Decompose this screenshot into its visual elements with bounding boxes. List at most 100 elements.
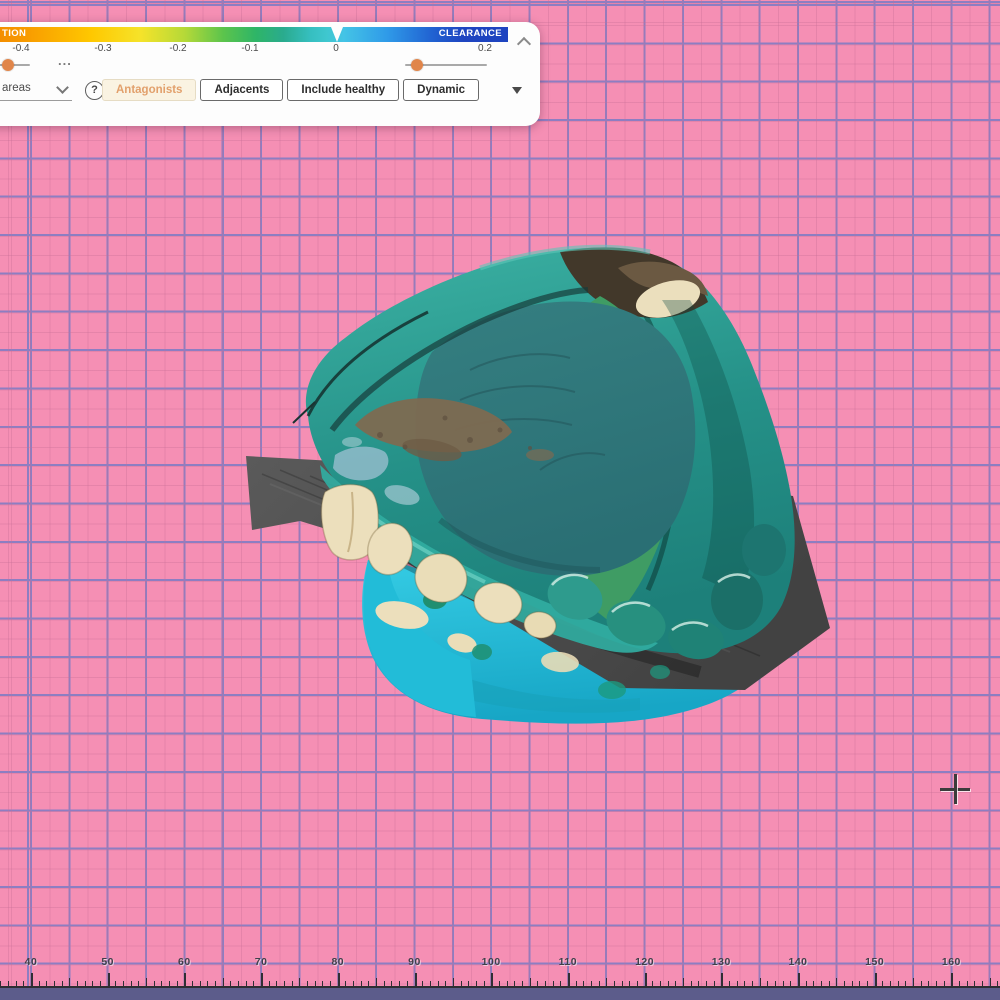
ruler-tick bbox=[675, 981, 676, 986]
ruler-number: 160 bbox=[942, 956, 961, 968]
ruler-number: 100 bbox=[482, 956, 501, 968]
ruler-tick bbox=[430, 981, 431, 986]
ruler-tick bbox=[867, 981, 868, 986]
ruler-tick bbox=[622, 981, 623, 986]
ruler-tick bbox=[714, 981, 715, 986]
ruler-tick bbox=[200, 981, 201, 986]
ruler-tick bbox=[361, 981, 362, 986]
ruler-tick bbox=[391, 981, 392, 986]
ruler-number: 140 bbox=[788, 956, 807, 968]
ruler-tick bbox=[330, 981, 331, 986]
ruler-tick bbox=[545, 981, 546, 986]
ruler-tick bbox=[744, 981, 745, 986]
ruler-tick bbox=[783, 981, 784, 986]
ruler-tick bbox=[338, 973, 340, 986]
ruler-tick bbox=[859, 981, 860, 986]
dental-scan-model[interactable] bbox=[0, 0, 1000, 1000]
ruler-tick bbox=[928, 981, 929, 986]
ruler-tick bbox=[108, 973, 110, 986]
ruler-tick bbox=[292, 981, 293, 986]
ruler-tick bbox=[284, 981, 285, 986]
ruler-tick bbox=[192, 981, 193, 986]
ruler-tick bbox=[537, 981, 538, 986]
ruler-tick bbox=[944, 981, 945, 986]
ruler-tick bbox=[875, 973, 877, 986]
ruler-tick bbox=[246, 981, 247, 986]
ruler-tick bbox=[967, 981, 968, 986]
ruler-tick bbox=[790, 981, 791, 986]
ruler-tick bbox=[806, 981, 807, 986]
ruler-number: 70 bbox=[255, 956, 268, 968]
ruler-tick bbox=[514, 981, 515, 986]
ruler-tick bbox=[729, 981, 730, 986]
ruler-tick bbox=[322, 981, 323, 986]
ruler-tick bbox=[836, 978, 837, 986]
ruler-number: 90 bbox=[408, 956, 421, 968]
ruler-tick bbox=[990, 978, 991, 986]
adjacents-button[interactable]: Adjacents bbox=[200, 79, 283, 101]
include-healthy-button[interactable]: Include healthy bbox=[287, 79, 399, 101]
ruler-tick bbox=[668, 981, 669, 986]
ruler-tick bbox=[583, 981, 584, 986]
ruler-tick bbox=[445, 981, 446, 986]
areas-dropdown[interactable]: areas bbox=[0, 79, 72, 101]
ruler-number: 50 bbox=[101, 956, 114, 968]
ruler-tick bbox=[606, 978, 607, 986]
ruler-tick bbox=[23, 981, 24, 986]
gradient-scale-ticks: -0.4-0.3-0.2-0.100.2 bbox=[0, 43, 508, 56]
ruler-tick bbox=[16, 981, 17, 986]
clearance-range-slider[interactable] bbox=[405, 59, 487, 71]
ruler-tick bbox=[614, 981, 615, 986]
caret-down-icon[interactable] bbox=[512, 87, 522, 94]
dynamic-button[interactable]: Dynamic bbox=[403, 79, 479, 101]
application-window: 405060708090100110120130140150160 TION C… bbox=[0, 0, 1000, 1000]
ruler-tick bbox=[691, 981, 692, 986]
ruler-tick bbox=[415, 973, 417, 986]
ruler-tick bbox=[491, 973, 493, 986]
ruler-tick bbox=[253, 981, 254, 986]
slider-options-dots[interactable]: ... bbox=[58, 53, 72, 68]
ruler-tick bbox=[123, 981, 124, 986]
penetration-label: TION bbox=[2, 28, 26, 39]
ruler-tick bbox=[100, 981, 101, 986]
ruler-tick bbox=[813, 981, 814, 986]
ruler-tick bbox=[890, 981, 891, 986]
ruler-tick bbox=[261, 973, 263, 986]
ruler-tick bbox=[905, 981, 906, 986]
ruler-tick bbox=[898, 981, 899, 986]
gradient-tick-label: -0.4 bbox=[12, 43, 29, 54]
ruler-tick bbox=[767, 981, 768, 986]
ruler-tick bbox=[307, 981, 308, 986]
ruler-tick bbox=[629, 981, 630, 986]
ruler-tick bbox=[345, 981, 346, 986]
ruler-tick bbox=[269, 981, 270, 986]
ruler-number: 120 bbox=[635, 956, 654, 968]
ruler-tick bbox=[376, 978, 377, 986]
ruler-tick bbox=[92, 981, 93, 986]
ruler-tick bbox=[161, 981, 162, 986]
ruler-tick bbox=[882, 981, 883, 986]
chevron-up-icon[interactable] bbox=[517, 37, 531, 51]
ruler-tick bbox=[461, 981, 462, 986]
ruler-tick bbox=[230, 981, 231, 986]
mode-button-row: AntagonistsAdjacentsInclude healthyDynam… bbox=[102, 79, 479, 101]
ruler-tick bbox=[645, 973, 647, 986]
ruler-tick bbox=[299, 978, 300, 986]
ruler-tick bbox=[453, 978, 454, 986]
ruler-tick bbox=[238, 981, 239, 986]
ruler-tick bbox=[177, 981, 178, 986]
ruler-tick bbox=[522, 981, 523, 986]
ruler-tick bbox=[974, 981, 975, 986]
ruler-tick bbox=[982, 981, 983, 986]
ruler-number: 40 bbox=[25, 956, 38, 968]
ruler-tick bbox=[997, 981, 998, 986]
penetration-range-slider[interactable] bbox=[0, 59, 30, 71]
gradient-tick-label: 0 bbox=[333, 43, 339, 54]
antagonists-button[interactable]: Antagonists bbox=[102, 79, 196, 101]
ruler-tick bbox=[368, 981, 369, 986]
ruler-tick bbox=[138, 981, 139, 986]
slider-handle[interactable] bbox=[411, 59, 423, 71]
slider-handle[interactable] bbox=[2, 59, 14, 71]
ruler-tick bbox=[85, 981, 86, 986]
ruler-tick bbox=[721, 973, 723, 986]
